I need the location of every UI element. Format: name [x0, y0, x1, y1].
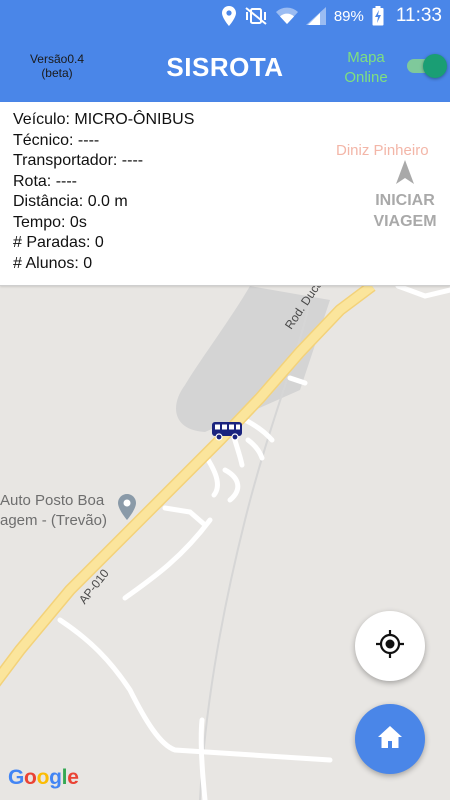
wifi-icon	[275, 7, 298, 25]
battery-charging-icon	[372, 6, 384, 26]
my-location-button[interactable]	[355, 611, 425, 681]
info-vehicle: Veículo: MICRO-ÔNIBUS	[13, 111, 195, 128]
location-pin-icon	[221, 6, 236, 26]
status-bar: 89% 11:33	[0, 0, 450, 32]
battery-percent: 89%	[333, 7, 364, 25]
map-online-label-line1: Mapa	[347, 49, 385, 66]
google-logo-letter: g	[49, 766, 62, 789]
toggle-thumb	[423, 54, 447, 78]
navigation-arrow-icon	[364, 160, 446, 184]
trip-info-panel: Veículo: MICRO-ÔNIBUS Técnico: ---- Tran…	[0, 102, 450, 286]
map-main-road	[0, 282, 375, 685]
app-bar: Versão0.4 (beta) SISROTA Mapa Online	[0, 32, 450, 102]
info-distance: Distância: 0.0 m	[13, 193, 128, 210]
info-stops: # Paradas: 0	[13, 234, 104, 251]
start-trip-label-line2: VIAGEM	[373, 213, 437, 230]
info-students: # Alunos: 0	[13, 254, 93, 272]
google-logo-letter: e	[67, 766, 79, 789]
info-carrier: Transportador: ----	[13, 152, 144, 169]
google-logo-letter: o	[36, 766, 50, 789]
google-logo-letter: o	[24, 766, 37, 789]
poi-label: Auto Posto Boa agem - (Trevão)	[0, 491, 107, 531]
start-trip-label-line1: INICIAR	[375, 192, 435, 209]
info-technician: Técnico: ----	[13, 131, 100, 149]
home-button[interactable]	[355, 704, 425, 774]
poi-label-line1: Auto Posto Boa	[0, 492, 105, 509]
google-logo: Google	[8, 766, 79, 790]
map-place-label: Diniz Pinheiro	[336, 142, 429, 159]
poi-label-line2: agem - (Trevão)	[0, 512, 107, 529]
poi-pin-icon[interactable]	[118, 494, 136, 525]
clock: 11:33	[395, 5, 442, 26]
my-location-icon	[375, 629, 405, 664]
home-icon	[377, 725, 403, 754]
map-online-toggle[interactable]	[405, 54, 447, 78]
map-main-road-border	[0, 281, 376, 687]
map-online-label: Mapa Online	[336, 48, 396, 88]
signal-icon	[305, 7, 326, 25]
bus-icon[interactable]	[211, 421, 243, 446]
google-attribution: Google	[8, 766, 79, 789]
map-online-label-line2: Online	[344, 69, 388, 86]
trip-info-list: Veículo: MICRO-ÔNIBUS Técnico: ---- Tran…	[13, 110, 194, 274]
google-logo-letter: G	[8, 766, 25, 789]
vibrate-mute-icon	[244, 6, 268, 26]
start-trip-button[interactable]: INICIAR VIAGEM	[364, 160, 446, 232]
info-time: Tempo: 0s	[13, 213, 87, 231]
info-route: Rota: ----	[13, 172, 77, 190]
